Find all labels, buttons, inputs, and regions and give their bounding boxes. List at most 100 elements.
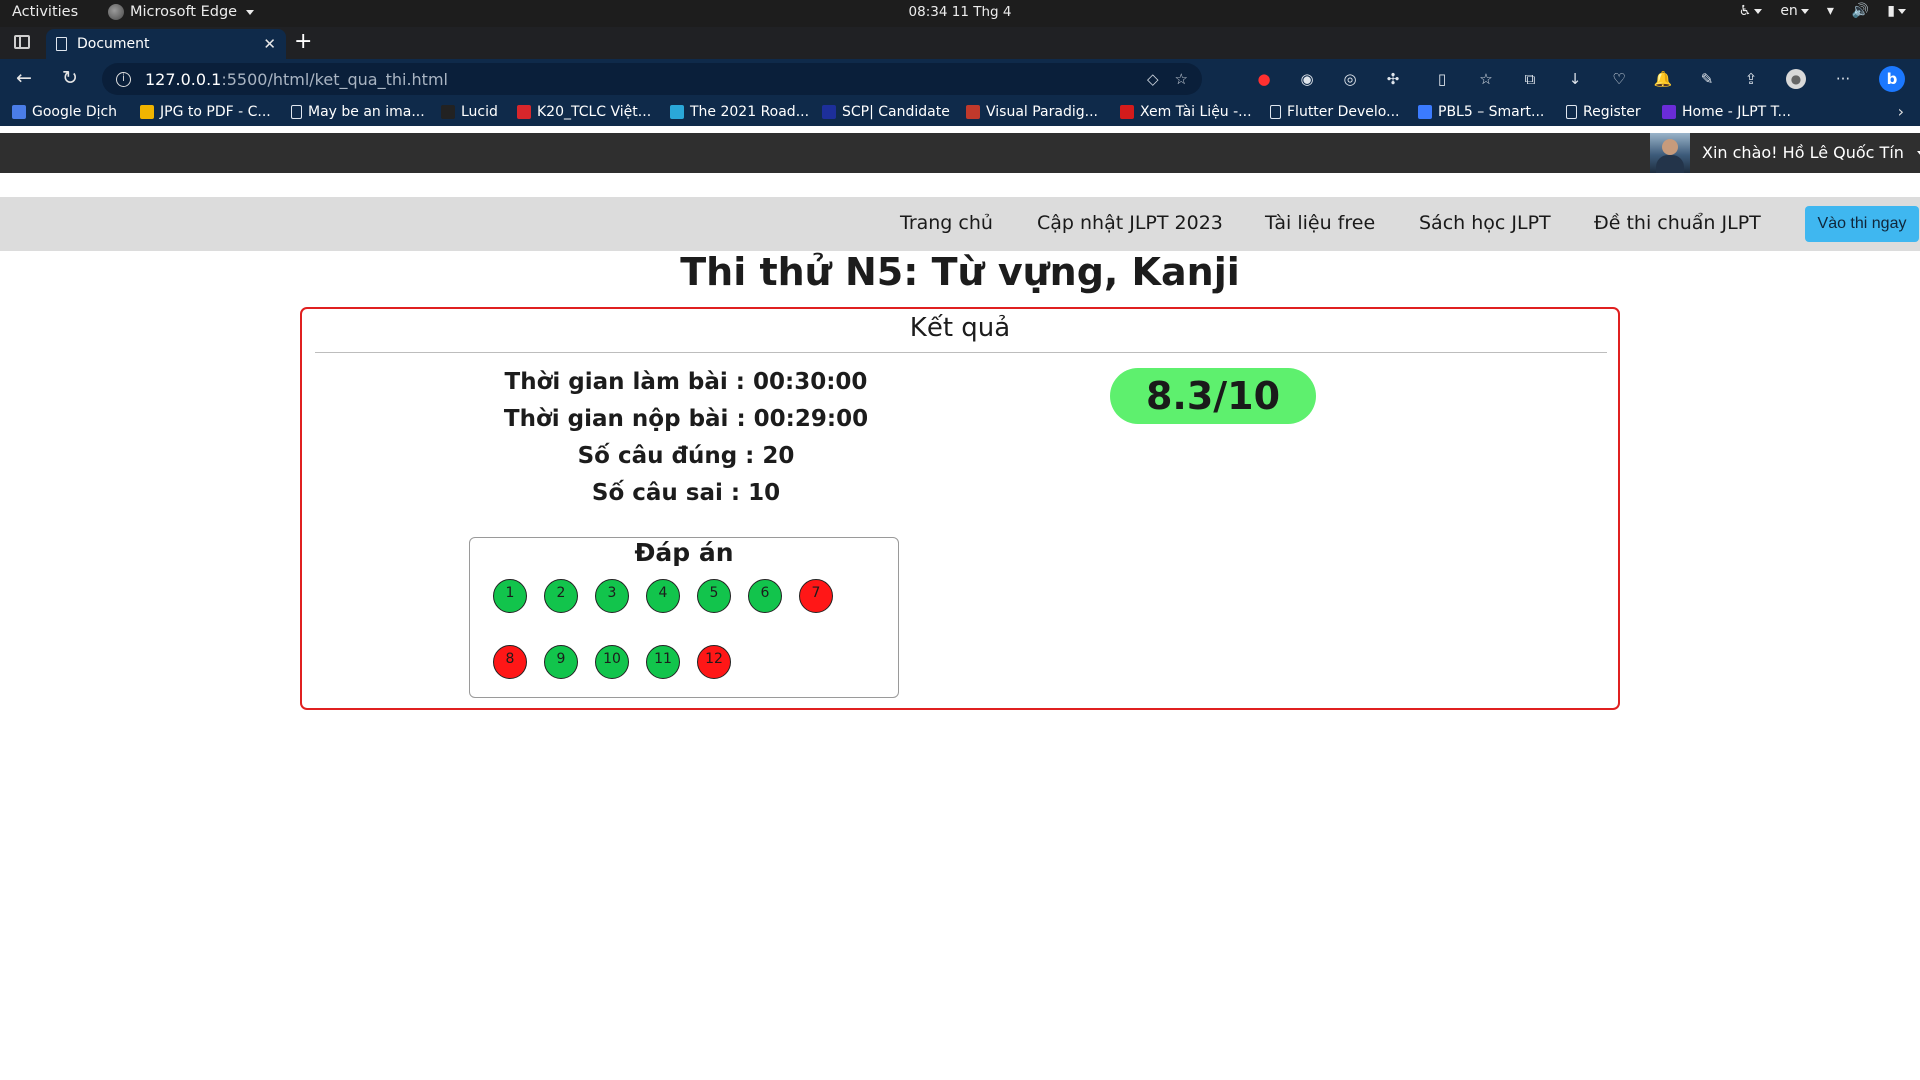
close-tab-icon[interactable]: ✕ [263, 35, 276, 53]
stat-correct-count: Số câu đúng : 20 [577, 443, 795, 469]
adblock-extension-icon[interactable]: ● [1254, 69, 1274, 89]
edit-icon[interactable]: ✎ [1697, 69, 1717, 89]
system-tray[interactable]: ♿ en ▾ 🔊 ▮ [1739, 3, 1906, 19]
start-exam-button[interactable]: Vào thi ngay [1805, 206, 1919, 242]
activities-button[interactable]: Activities [12, 4, 78, 20]
answer-item-6[interactable]: 6 [748, 579, 782, 613]
bookmark-item[interactable]: May be an ima... [291, 104, 425, 120]
refresh-icon[interactable]: ↻ [62, 67, 78, 89]
bookmark-label: May be an ima... [308, 104, 425, 120]
bookmark-favicon-icon [1418, 105, 1432, 119]
profile-icon[interactable]: ● [1786, 69, 1806, 89]
bookmark-favicon-icon [291, 105, 302, 119]
divider [315, 352, 1607, 353]
bookmark-label: Flutter Develo... [1287, 104, 1400, 120]
bookmark-favicon-icon [12, 105, 26, 119]
answer-item-5[interactable]: 5 [697, 579, 731, 613]
clock[interactable]: 08:34 11 Thg 4 [0, 4, 1920, 20]
extension-target-icon[interactable]: ◎ [1340, 69, 1360, 89]
volume-icon[interactable]: 🔊 [1852, 3, 1869, 19]
language-indicator[interactable]: en [1780, 3, 1809, 19]
new-tab-icon[interactable]: + [294, 29, 312, 54]
site-user-bar: Xin chào! Hồ Lê Quốc Tín [0, 133, 1920, 173]
tab-document[interactable]: Document ✕ [46, 29, 286, 59]
bookmark-favicon-icon [140, 105, 154, 119]
url-text[interactable]: 127.0.0.1:5500/html/ket_qua_thi.html [145, 70, 448, 89]
bookmark-item[interactable]: The 2021 Road... [670, 104, 809, 120]
bookmark-item[interactable]: Flutter Develo... [1270, 104, 1399, 120]
answer-item-10[interactable]: 10 [595, 645, 629, 679]
extensions-puzzle-icon[interactable]: ✣ [1383, 69, 1403, 89]
result-card-title: Kết quả [909, 313, 1011, 343]
bookmark-label: SCP| Candidate [842, 104, 950, 120]
avatar[interactable] [1650, 133, 1690, 173]
bookmark-item[interactable]: Register [1566, 104, 1641, 120]
notifications-icon[interactable]: 🔔 [1653, 69, 1673, 89]
app-menu[interactable]: Microsoft Edge [108, 4, 255, 20]
back-icon[interactable]: ← [16, 67, 32, 89]
answer-item-1[interactable]: 1 [493, 579, 527, 613]
battery-icon[interactable]: ▮ [1887, 3, 1906, 19]
accessibility-icon[interactable]: ♿ [1739, 3, 1763, 19]
edge-app-icon [108, 4, 124, 20]
answer-panel-title: Đáp án [634, 538, 734, 567]
bookmark-item[interactable]: K20_TCLC Việt... [517, 104, 651, 120]
tab-actions-icon[interactable] [14, 35, 30, 49]
browser-essentials-icon[interactable]: ♡ [1609, 69, 1629, 89]
bookmark-favicon-icon [517, 105, 531, 119]
bookmark-item[interactable]: PBL5 – Smart... [1418, 104, 1544, 120]
favorites-icon[interactable]: ☆ [1476, 69, 1496, 89]
answer-item-9[interactable]: 9 [544, 645, 578, 679]
bookmark-item[interactable]: SCP| Candidate [822, 104, 950, 120]
collections-icon[interactable]: ⧉ [1520, 69, 1540, 89]
chevron-down-icon [246, 9, 255, 15]
split-screen-icon[interactable]: ▯ [1432, 69, 1452, 89]
tab-title: Document [77, 36, 150, 52]
answer-item-8[interactable]: 8 [493, 645, 527, 679]
stat-wrong-count: Số câu sai : 10 [591, 480, 781, 506]
bookmark-item[interactable]: Home - JLPT T... [1662, 104, 1791, 120]
answer-item-4[interactable]: 4 [646, 579, 680, 613]
bookmarks-bar: Google Dịch JPG to PDF - C... May be an im… [0, 99, 1920, 126]
bookmark-label: JPG to PDF - C... [160, 104, 271, 120]
nav-link-books[interactable]: Sách học JLPT [1419, 212, 1551, 234]
address-bar[interactable]: i 127.0.0.1:5500/html/ket_qua_thi.html ◇… [102, 63, 1202, 95]
site-info-icon[interactable]: i [116, 71, 131, 87]
user-menu[interactable]: Xin chào! Hồ Lê Quốc Tín [1702, 143, 1920, 162]
bing-copilot-icon[interactable]: b [1879, 66, 1905, 92]
more-menu-icon[interactable]: ··· [1833, 69, 1853, 89]
bookmark-label: Visual Paradig... [986, 104, 1098, 120]
bookmark-favicon-icon [966, 105, 980, 119]
document-icon [56, 37, 67, 51]
bookmark-item[interactable]: JPG to PDF - C... [140, 104, 271, 120]
nav-link-jlpt-update[interactable]: Cập nhật JLPT 2023 [1037, 212, 1223, 234]
answer-item-12[interactable]: 12 [697, 645, 731, 679]
extension-icon[interactable]: ◉ [1297, 69, 1317, 89]
bookmark-favicon-icon [1270, 105, 1281, 119]
bookmark-item[interactable]: Google Dịch [12, 104, 117, 120]
nav-link-exams[interactable]: Đề thi chuẩn JLPT [1594, 212, 1761, 234]
chevron-right-icon[interactable]: › [1898, 102, 1904, 121]
favorite-add-icon[interactable]: ☆ [1175, 70, 1188, 88]
answer-item-11[interactable]: 11 [646, 645, 680, 679]
browser-toolbar: ← ↻ i 127.0.0.1:5500/html/ket_qua_thi.ht… [0, 59, 1920, 99]
share-icon[interactable]: ⇪ [1741, 69, 1761, 89]
nav-link-home[interactable]: Trang chủ [900, 212, 993, 234]
bookmark-favicon-icon [1120, 105, 1134, 119]
bookmark-label: Home - JLPT T... [1682, 104, 1791, 120]
tag-icon[interactable]: ◇ [1147, 70, 1159, 88]
nav-link-free-docs[interactable]: Tài liệu free [1265, 212, 1375, 234]
answer-item-2[interactable]: 2 [544, 579, 578, 613]
bookmark-item[interactable]: Xem Tài Liệu -... [1120, 104, 1252, 120]
bookmark-label: K20_TCLC Việt... [537, 104, 652, 120]
site-navbar: Trang chủ Cập nhật JLPT 2023 Tài liệu fr… [0, 197, 1920, 251]
answer-item-7[interactable]: 7 [799, 579, 833, 613]
bookmark-label: The 2021 Road... [690, 104, 810, 120]
stat-time-submitted: Thời gian nộp bài : 00:29:00 [503, 406, 869, 432]
bookmark-item[interactable]: Lucid [441, 104, 498, 120]
os-top-bar: Activities Microsoft Edge 08:34 11 Thg 4… [0, 0, 1920, 27]
answer-item-3[interactable]: 3 [595, 579, 629, 613]
wifi-icon[interactable]: ▾ [1827, 3, 1834, 19]
downloads-icon[interactable]: ↓ [1565, 69, 1585, 89]
bookmark-item[interactable]: Visual Paradig... [966, 104, 1098, 120]
